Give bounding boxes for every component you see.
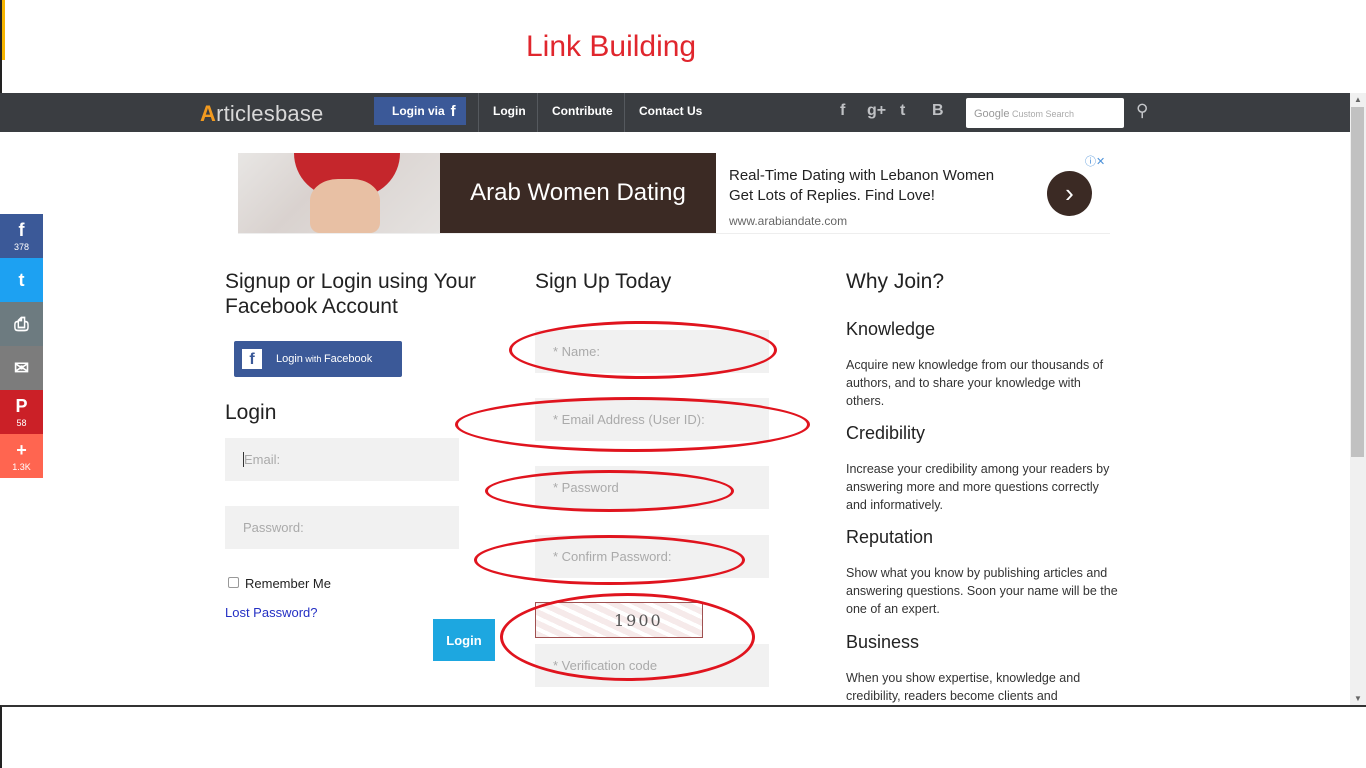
ad-photo	[238, 153, 440, 233]
why-heading-knowledge: Knowledge	[846, 319, 936, 339]
share-twitter-button[interactable]: t	[0, 258, 43, 302]
share-count: 1.3K	[12, 461, 31, 472]
ad-text: Real-Time Dating with Lebanon Women Get …	[729, 167, 995, 204]
facebook-icon[interactable]: f	[840, 102, 845, 120]
scroll-up-arrow-icon[interactable]: ▲	[1354, 95, 1362, 104]
facebook-icon: f	[18, 219, 25, 240]
login-button[interactable]: Login	[433, 619, 495, 661]
ad-arrow-icon[interactable]: ›	[1047, 171, 1092, 216]
share-more-button[interactable]: +1.3K	[0, 434, 43, 478]
why-heading-business: Business	[846, 632, 920, 652]
annotation-circle-captcha	[500, 593, 755, 681]
google-plus-icon[interactable]: g+	[867, 102, 886, 120]
pinterest-icon: P	[15, 395, 28, 416]
annotation-circle-name	[509, 321, 777, 379]
scroll-thumb[interactable]	[1351, 107, 1364, 457]
remember-me-checkbox[interactable]	[228, 577, 239, 588]
search-icon[interactable]: ⚲	[1136, 101, 1148, 121]
top-navbar: Articlesbase Login via f Login Contribut…	[0, 93, 1350, 132]
share-print-button[interactable]: ⎙	[0, 302, 43, 346]
caption-title: Link Building	[526, 30, 697, 63]
login-with-facebook-button[interactable]: f Login with Facebook	[234, 341, 402, 377]
site-logo[interactable]: Articlesbase	[200, 101, 323, 127]
why-text-credibility: Increase your credibility among your rea…	[846, 462, 1110, 512]
vertical-scrollbar[interactable]: ▲ ▼	[1350, 93, 1366, 705]
email-icon: ✉	[13, 358, 30, 378]
print-icon: ⎙	[14, 314, 29, 334]
why-text-business: When you show expertise, knowledge and c…	[846, 671, 1081, 703]
nav-link-contribute[interactable]: Contribute	[552, 104, 613, 118]
share-facebook-button[interactable]: f 378	[0, 214, 43, 258]
nav-link-contact-us[interactable]: Contact Us	[639, 104, 702, 118]
ad-url: www.arabiandate.com	[729, 214, 848, 228]
ad-banner: Arab Women Dating	[440, 153, 716, 233]
twitter-icon[interactable]: t	[900, 102, 905, 120]
nav-divider	[624, 93, 625, 132]
share-count: 58	[16, 417, 27, 428]
google-brand: Google	[974, 108, 1010, 120]
facebook-section-title: Signup or Login using Your Facebook Acco…	[225, 270, 477, 318]
annotation-circle-password	[485, 470, 734, 512]
why-heading-reputation: Reputation	[846, 527, 934, 547]
facebook-button-label: Login with Facebook	[276, 353, 373, 365]
login-via-label: Login via	[392, 104, 445, 118]
why-text-knowledge: Acquire new knowledge from our thousands…	[846, 358, 1104, 408]
annotation-circle-confirm	[474, 535, 745, 585]
share-pinterest-button[interactable]: P 58	[0, 390, 43, 434]
ad-info-icon[interactable]: ⓘ✕	[1085, 153, 1105, 169]
remember-me-label: Remember Me	[245, 576, 331, 591]
blogger-icon[interactable]: B	[932, 102, 944, 120]
advertisement[interactable]: Arab Women Dating Real-Time Dating with …	[238, 153, 1110, 234]
nav-link-login[interactable]: Login	[493, 104, 526, 118]
share-count: 378	[13, 241, 30, 252]
bottom-panel	[0, 705, 1366, 768]
login-email-field[interactable]: Email:	[225, 438, 459, 481]
caption-panel: Link Building	[0, 0, 1366, 93]
lost-password-link[interactable]: Lost Password?	[225, 605, 318, 620]
signup-title: Sign Up Today	[535, 270, 672, 293]
why-join-title: Why Join?	[846, 270, 945, 293]
nav-divider	[478, 93, 479, 132]
why-heading-credibility: Credibility	[846, 423, 926, 443]
login-via-facebook-button[interactable]: Login via f	[374, 97, 466, 125]
share-email-button[interactable]: ✉	[0, 346, 43, 390]
more-icon: +	[16, 439, 27, 460]
search-placeholder: Custom Search	[1012, 109, 1075, 119]
nav-divider	[537, 93, 538, 132]
search-input[interactable]: Google Custom Search	[966, 98, 1124, 128]
annotation-circle-email	[455, 397, 810, 452]
facebook-icon: f	[450, 102, 456, 120]
scroll-down-arrow-icon[interactable]: ▼	[1354, 694, 1362, 703]
login-title: Login	[225, 401, 277, 424]
caption-marker	[2, 0, 5, 60]
why-text-reputation: Show what you know by publishing article…	[846, 566, 1118, 616]
twitter-icon: t	[18, 270, 25, 290]
login-password-field[interactable]: Password:	[225, 506, 459, 549]
share-bar: f 378 t ⎙ ✉ P 58 +1.3K	[0, 214, 43, 478]
facebook-icon: f	[242, 349, 262, 369]
